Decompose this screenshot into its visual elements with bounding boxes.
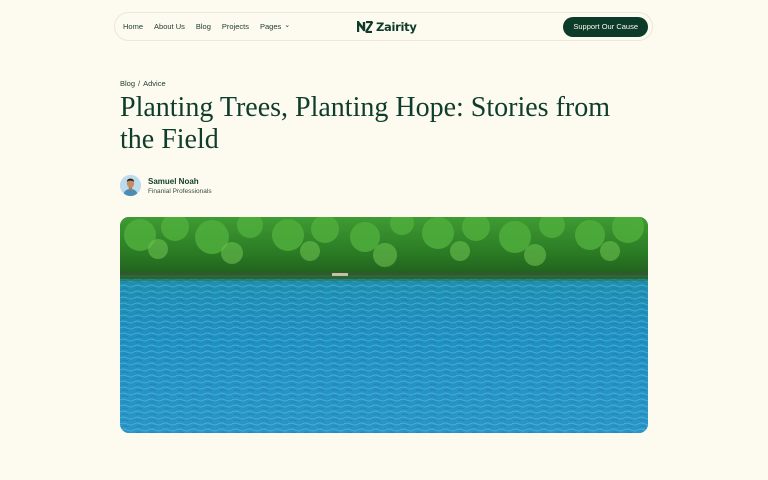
breadcrumb-blog-link[interactable]: Blog bbox=[120, 79, 135, 88]
article-title: Planting Trees, Planting Hope: Stories f… bbox=[120, 92, 610, 155]
author-name: Samuel Noah bbox=[148, 176, 199, 186]
breadcrumb: Blog / Advice bbox=[120, 79, 166, 88]
nav-link-projects[interactable]: Projects bbox=[222, 22, 249, 31]
logo-text: Zairity bbox=[376, 19, 417, 34]
author-info: Samuel Noah Finanial Professionals bbox=[148, 177, 212, 195]
breadcrumb-advice-link[interactable]: Advice bbox=[143, 79, 166, 88]
author-block: Samuel Noah Finanial Professionals bbox=[120, 175, 212, 196]
nav-link-home[interactable]: Home bbox=[123, 22, 143, 31]
nav-link-about-us[interactable]: About Us bbox=[154, 22, 185, 31]
chevron-down-icon: ⌄ bbox=[284, 22, 291, 29]
author-avatar bbox=[120, 175, 141, 196]
nav-link-pages-label: Pages bbox=[259, 22, 282, 31]
breadcrumb-separator: / bbox=[138, 79, 141, 88]
nav-link-blog[interactable]: Blog bbox=[196, 22, 211, 31]
nav-links: Home About Us Blog Projects Pages ⌄ bbox=[123, 13, 290, 40]
brand-logo[interactable]: Zairity bbox=[357, 13, 417, 40]
nav-link-pages-dropdown[interactable]: Pages ⌄ bbox=[260, 22, 290, 31]
author-role: Finanial Professionals bbox=[148, 187, 212, 195]
logo-mark-icon bbox=[357, 20, 373, 33]
top-navbar: Home About Us Blog Projects Pages ⌄ Zair… bbox=[114, 12, 653, 41]
support-our-cause-button[interactable]: Support Our Cause bbox=[563, 17, 648, 37]
hero-image-lake-forest bbox=[120, 217, 648, 433]
